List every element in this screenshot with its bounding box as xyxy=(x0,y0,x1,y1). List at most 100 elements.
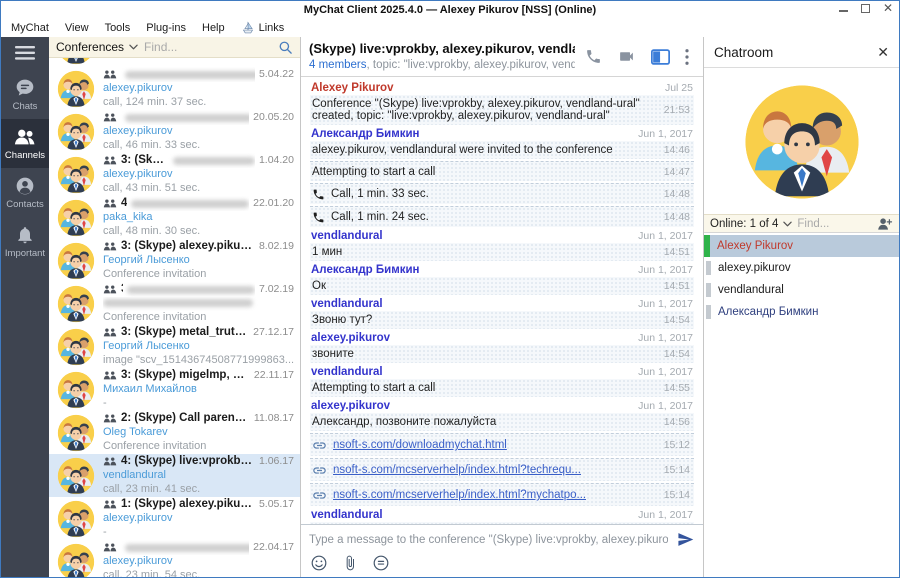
sidebar-item-important[interactable]: Important xyxy=(1,217,49,266)
conference-last-message: call, 23 min. 54 sec. xyxy=(103,569,294,577)
hamburger-icon xyxy=(15,46,35,60)
message-input[interactable] xyxy=(309,534,668,546)
conference-list-item[interactable]: 4: (Skype) ... 5.04.22 alexey.pikurov ca… xyxy=(49,67,300,110)
maximize-button[interactable] xyxy=(861,4,870,13)
menu-item[interactable]: Tools xyxy=(105,22,131,34)
message-text: Attempting to start a call xyxy=(312,382,435,394)
message-list[interactable]: Alexey Pikurov Jul 25 Conference "(Skype… xyxy=(301,77,703,524)
chatroom-avatar xyxy=(743,83,861,201)
video-call-button[interactable] xyxy=(617,48,636,65)
search-icon[interactable] xyxy=(278,40,293,55)
list-type-selector[interactable]: Conferences xyxy=(56,40,138,54)
conference-list-item[interactable]: 1: (Skype) alexey.pikurov 5.05.17 alexey… xyxy=(49,497,300,540)
redacted-text xyxy=(127,286,255,294)
message-author[interactable]: vendlandural xyxy=(311,298,383,310)
conference-last-author: vendlandural xyxy=(103,469,294,483)
chat-message: nsoft-s.com/downloadmychat.html 15:12 xyxy=(310,433,694,456)
chat-topic: , topic: "live:vprokby, alexey.pikurov, … xyxy=(367,59,575,71)
window-title: MyChat Client 2025.4.0 — Alexey Pikurov … xyxy=(304,4,596,16)
member-search-input[interactable]: Find... xyxy=(797,218,871,230)
conference-title: 2: (Skype) Call parent thread:... xyxy=(121,411,250,426)
message-author[interactable]: Александр Бимкин xyxy=(311,264,419,276)
conference-title: 3: (Skype) alexey.pikurov, liv... xyxy=(121,239,255,254)
emoji-icon[interactable] xyxy=(311,555,327,571)
conference-last-author: Георгий Лысенко xyxy=(103,340,294,354)
member-list-item[interactable]: vendlandural xyxy=(704,279,899,301)
link-icon xyxy=(312,463,327,478)
menu-item[interactable]: Plug-ins xyxy=(146,22,186,34)
online-members-bar: Online: 1 of 4 Find... xyxy=(704,214,899,233)
chat-message: nsoft-s.com/mcserverhelp/index.html?tech… xyxy=(310,458,694,481)
message-text[interactable]: nsoft-s.com/mcserverhelp/index.html?mych… xyxy=(333,489,586,501)
conference-title: 4: (Skype) live:vprokby, alexe... xyxy=(121,454,255,469)
sidebar-item-channels[interactable]: Channels xyxy=(1,119,49,168)
chat-message: vendlandural Jun 1, 2017 Call, 23 min. 4… xyxy=(310,506,694,524)
group-icon xyxy=(103,284,117,295)
send-icon[interactable] xyxy=(676,531,695,548)
menu-item[interactable]: Links xyxy=(241,21,285,35)
conference-list-item[interactable] xyxy=(49,58,300,67)
more-options-button[interactable] xyxy=(685,49,689,65)
conference-list-item[interactable]: 2: (Skype) 20.05.20 alexey.pikurov call,… xyxy=(49,110,300,153)
conference-list-item[interactable]: 4: (Skype) live:vprokby, alexe... 1.06.1… xyxy=(49,454,300,497)
conference-date: 20.05.20 xyxy=(253,111,294,124)
message-author[interactable]: Александр Бимкин xyxy=(311,128,419,140)
member-list-item[interactable]: alexey.pikurov xyxy=(704,257,899,279)
message-text[interactable]: nsoft-s.com/mcserverhelp/index.html?tech… xyxy=(333,464,581,476)
online-count[interactable]: Online: 1 of 4 xyxy=(710,218,778,230)
message-author[interactable]: Alexey Pikurov xyxy=(311,82,393,94)
message-author[interactable]: vendlandural xyxy=(311,230,383,242)
conference-last-message: call, 46 min. 33 sec. xyxy=(103,139,294,153)
message-text: Звоню тут? xyxy=(312,314,372,326)
conference-list-item[interactable]: 4: (Skype) 22.04.17 alexey.pikurov call,… xyxy=(49,540,300,577)
call-button[interactable] xyxy=(585,48,602,65)
conference-list-item[interactable]: 3: (Skype) alexey.pikurov, liv... 8.02.1… xyxy=(49,239,300,282)
message-author[interactable]: alexey.pikurov xyxy=(311,400,390,412)
conference-date: 7.02.19 xyxy=(259,283,294,296)
member-name: vendlandural xyxy=(718,284,784,296)
conference-list-item[interactable]: 3: (Skype) 7.02.19 Conference invitation xyxy=(49,282,300,325)
menu-item[interactable]: MyChat xyxy=(11,22,49,34)
conference-last-message: call, 43 min. 51 sec. xyxy=(103,182,294,196)
member-list-item[interactable]: Александр Бимкин xyxy=(704,301,899,323)
conference-avatar xyxy=(57,285,95,323)
minimize-button[interactable] xyxy=(839,10,848,12)
menu-item[interactable]: View xyxy=(65,22,89,34)
conference-list-item[interactable]: 2: (Skype) Call parent thread:... 11.08.… xyxy=(49,411,300,454)
add-user-icon[interactable] xyxy=(876,217,893,231)
attach-icon[interactable] xyxy=(342,555,358,571)
conference-search-input[interactable]: Find... xyxy=(144,40,272,54)
sidebar-item-chats[interactable]: Chats xyxy=(1,70,49,119)
chevron-down-icon[interactable] xyxy=(783,221,792,227)
nav-item-label: Important xyxy=(5,248,45,259)
message-author[interactable]: vendlandural xyxy=(311,509,383,521)
conference-avatar xyxy=(57,242,95,280)
hamburger-menu-button[interactable] xyxy=(1,37,49,70)
message-text[interactable]: nsoft-s.com/downloadmychat.html xyxy=(333,439,507,451)
conference-list-panel: Conferences Find... xyxy=(49,37,301,577)
message-date: Jul 25 xyxy=(665,82,693,94)
conference-list-item[interactable]: 3: (Skype) 1.04.20 alexey.pikurov call, … xyxy=(49,153,300,196)
message-text: Ок xyxy=(312,280,326,292)
close-button[interactable]: ✕ xyxy=(883,3,893,14)
close-panel-icon[interactable]: ✕ xyxy=(877,45,889,59)
quote-icon[interactable] xyxy=(373,555,389,571)
menu-item[interactable]: Help xyxy=(202,22,225,34)
conference-list-item[interactable]: 3: (Skype) metal_truth, alexey. 27.12.17… xyxy=(49,325,300,368)
conference-last-message: call, 48 min. 30 sec. xyxy=(103,225,294,239)
split-view-button[interactable] xyxy=(651,49,670,65)
conference-avatar xyxy=(57,414,95,452)
conference-list-item[interactable]: 3: (Skype) migelmp, alexey.pik 22.11.17 … xyxy=(49,368,300,411)
presence-indicator xyxy=(706,283,711,297)
chat-panel: (Skype) live:vprokby, alexey.pikurov, ve… xyxy=(301,37,703,577)
member-list-item[interactable]: Alexey Pikurov xyxy=(704,235,899,257)
sidebar-item-contacts[interactable]: Contacts xyxy=(1,168,49,217)
message-time: 14:55 xyxy=(664,382,690,394)
menu-item-label: View xyxy=(65,22,89,34)
menu-item-label: Plug-ins xyxy=(146,22,186,34)
message-author[interactable]: vendlandural xyxy=(311,366,383,378)
message-author[interactable]: alexey.pikurov xyxy=(311,332,390,344)
conference-list-item[interactable]: 4: (Skype) 22.01.20 paka_kika call, 48 m… xyxy=(49,196,300,239)
members-link[interactable]: 4 members xyxy=(309,59,367,71)
call-icon xyxy=(312,211,325,224)
